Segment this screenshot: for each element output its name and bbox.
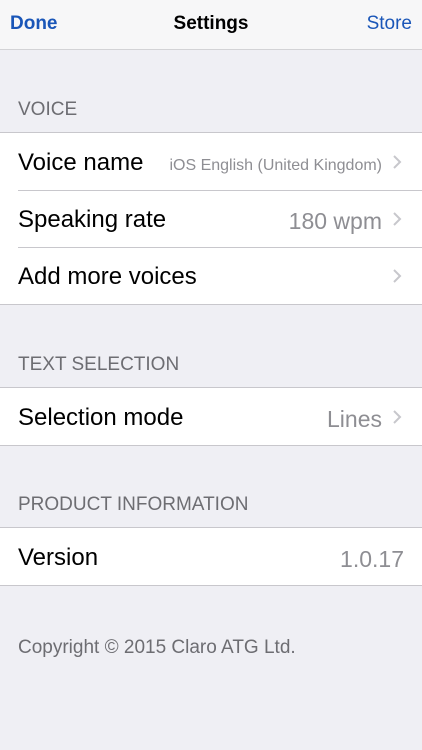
navigation-bar: Done Settings Store	[0, 0, 422, 50]
product-information-section-header: PRODUCT INFORMATION	[18, 494, 249, 515]
version-label: Version	[18, 544, 99, 571]
voice-name-row[interactable]: Voice name iOS English (United Kingdom)	[0, 133, 422, 190]
chevron-right-icon	[393, 410, 402, 424]
selection-mode-label: Selection mode	[18, 404, 184, 431]
version-row: Version 1.0.17	[0, 528, 422, 585]
text-selection-group: Selection mode Lines	[0, 387, 422, 446]
chevron-right-icon	[393, 155, 402, 169]
page-title: Settings	[173, 13, 249, 34]
speaking-rate-value: 180 wpm	[288, 208, 382, 234]
text-selection-section-header: TEXT SELECTION	[18, 354, 180, 375]
selection-mode-row[interactable]: Selection mode Lines	[0, 388, 422, 445]
speaking-rate-label: Speaking rate	[18, 206, 167, 233]
store-button[interactable]: Store	[367, 13, 412, 35]
voice-section-header: VOICE	[18, 99, 78, 120]
chevron-right-icon	[393, 269, 402, 283]
copyright-text: Copyright © 2015 Claro ATG Ltd.	[18, 637, 296, 658]
voice-name-label: Voice name	[18, 149, 144, 176]
selection-mode-value: Lines	[327, 406, 382, 432]
product-information-group: Version 1.0.17	[0, 527, 422, 586]
version-value: 1.0.17	[340, 546, 404, 572]
voice-name-value: iOS English (United Kingdom)	[169, 157, 382, 174]
speaking-rate-row[interactable]: Speaking rate 180 wpm	[0, 190, 422, 247]
add-more-voices-label: Add more voices	[18, 263, 197, 290]
add-more-voices-row[interactable]: Add more voices	[0, 247, 422, 304]
chevron-right-icon	[393, 212, 402, 226]
voice-group: Voice name iOS English (United Kingdom) …	[0, 132, 422, 305]
